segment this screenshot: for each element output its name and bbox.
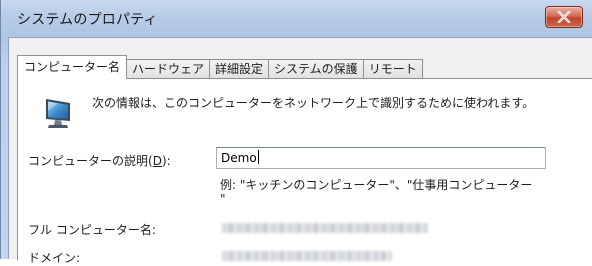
tab-system-protection[interactable]: システムの保護 [268,59,364,79]
computer-name-panel: 次の情報は、このコンピューターをネットワーク上で識別するために使われます。 コン… [17,78,592,265]
info-description: 次の情報は、このコンピューターをネットワーク上で識別するために使われます。 [92,96,535,110]
computer-description-value: Demo [221,151,257,165]
tab-strip: コンピューター名 ハードウェア 詳細設定 システムの保護 リモート [17,55,423,79]
tab-remote[interactable]: リモート [362,59,423,79]
window-title: システムのプロパティ [17,12,158,28]
close-button[interactable] [545,6,583,28]
dialog-client-area: コンピューター名 ハードウェア 詳細設定 システムの保護 リモート 次の情報は、… [8,37,592,265]
text-caret [257,150,259,164]
computer-monitor-icon [46,99,70,128]
example-hint: 例: "キッチンのコンピューター"、"仕事用コンピューター " [220,178,533,206]
full-computer-name-value-redacted [222,223,428,233]
computer-description-input[interactable]: Demo [216,147,546,169]
tab-advanced[interactable]: 詳細設定 [209,59,270,79]
close-icon [557,11,571,23]
tab-computer-name[interactable]: コンピューター名 [17,55,128,79]
system-properties-window: システムのプロパティ コンピューター名 ハードウェア 詳細設定 システムの保護 … [0,0,592,265]
tab-hardware[interactable]: ハードウェア [126,59,211,79]
full-computer-name-label: フル コンピューター名: [28,223,156,237]
computer-description-label: コンピューターの説明(D): [28,154,171,168]
domain-value-redacted [222,251,392,261]
title-bar[interactable]: システムのプロパティ [1,0,592,36]
domain-label: ドメイン: [28,251,81,265]
